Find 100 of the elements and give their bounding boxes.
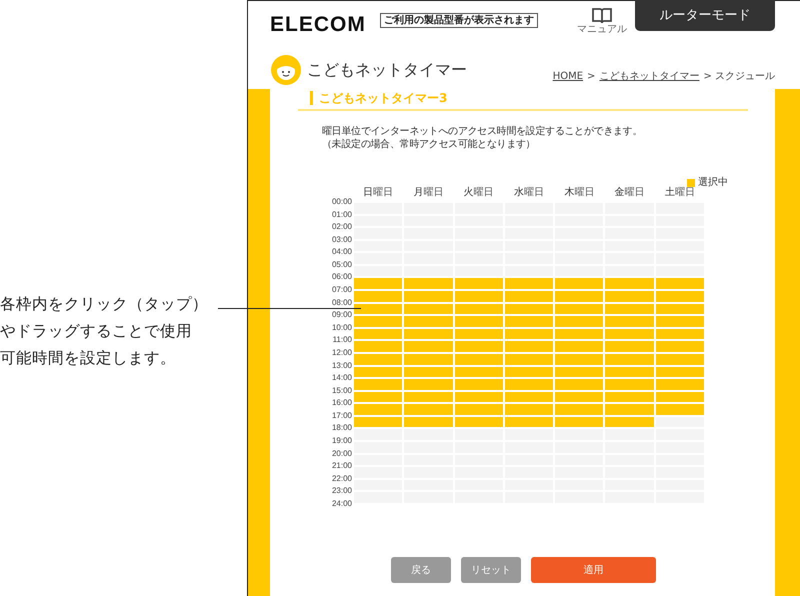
time-slot[interactable]: [454, 266, 503, 276]
time-slot[interactable]: [555, 404, 604, 415]
time-slot[interactable]: [504, 354, 554, 365]
time-slot[interactable]: [504, 379, 554, 390]
time-slot[interactable]: [454, 316, 503, 327]
time-slot[interactable]: [354, 392, 402, 402]
time-slot[interactable]: [656, 304, 704, 314]
time-slot[interactable]: [354, 266, 402, 276]
time-slot[interactable]: [354, 304, 402, 314]
time-slot[interactable]: [504, 316, 554, 327]
time-slot[interactable]: [504, 404, 554, 415]
time-slot[interactable]: [656, 316, 704, 327]
time-slot[interactable]: [605, 291, 654, 302]
time-slot[interactable]: [656, 392, 704, 402]
time-slot[interactable]: [605, 304, 654, 314]
time-slot[interactable]: [504, 416, 554, 428]
time-slot[interactable]: [555, 354, 604, 365]
time-slot[interactable]: [354, 278, 402, 290]
time-slot[interactable]: [656, 266, 704, 276]
time-slot[interactable]: [454, 291, 503, 302]
time-slot[interactable]: [605, 416, 654, 428]
time-slot[interactable]: [656, 291, 704, 302]
time-slot[interactable]: [354, 328, 402, 340]
time-slot[interactable]: [555, 266, 604, 276]
time-slot[interactable]: [404, 392, 453, 402]
time-slot[interactable]: [454, 328, 503, 340]
time-slot[interactable]: [354, 404, 402, 415]
time-slot[interactable]: [354, 291, 402, 302]
time-slot[interactable]: [555, 304, 604, 314]
time-slot[interactable]: [605, 354, 654, 365]
time-slot[interactable]: [454, 278, 503, 290]
time-slot[interactable]: [454, 404, 503, 415]
time-slot[interactable]: [454, 379, 503, 390]
time-slot[interactable]: [354, 354, 402, 365]
time-slot[interactable]: [605, 328, 654, 340]
time-slot[interactable]: [354, 379, 402, 390]
time-slot[interactable]: [354, 366, 402, 378]
time-slot[interactable]: [404, 316, 453, 327]
time-slot[interactable]: [656, 416, 704, 428]
time-slot[interactable]: [354, 341, 402, 352]
day-header: 日曜日: [362, 186, 394, 199]
time-slot[interactable]: [354, 316, 402, 327]
time-slot[interactable]: [404, 366, 453, 378]
time-slot[interactable]: [605, 366, 654, 378]
time-slot[interactable]: [656, 404, 704, 415]
time-slot[interactable]: [404, 354, 453, 365]
time-slot[interactable]: [605, 392, 654, 402]
time-slot[interactable]: [454, 341, 503, 352]
time-slot[interactable]: [555, 328, 604, 340]
time-slot[interactable]: [605, 266, 654, 276]
time-slot[interactable]: [404, 304, 453, 314]
time-slot[interactable]: [605, 341, 654, 352]
time-slot[interactable]: [605, 404, 654, 415]
time-slot[interactable]: [656, 341, 704, 352]
time-slot[interactable]: [454, 354, 503, 365]
time-slot[interactable]: [404, 379, 453, 390]
time-slot[interactable]: [504, 366, 554, 378]
time-slot[interactable]: [555, 392, 604, 402]
time-slot[interactable]: [605, 278, 654, 290]
time-slot[interactable]: [605, 316, 654, 327]
time-slot[interactable]: [404, 291, 453, 302]
time-slot[interactable]: [354, 416, 402, 428]
manual-link[interactable]: マニュアル: [577, 7, 627, 35]
time-slot[interactable]: [605, 379, 654, 390]
annotation-line: やドラッグすることで使用: [0, 321, 192, 342]
time-slot[interactable]: [404, 341, 453, 352]
time-slot[interactable]: [504, 328, 554, 340]
time-slot[interactable]: [555, 291, 604, 302]
day-header: 木曜日: [563, 186, 596, 199]
time-slot[interactable]: [404, 416, 453, 428]
time-slot[interactable]: [555, 278, 604, 290]
time-slot[interactable]: [504, 304, 554, 314]
time-slot[interactable]: [504, 278, 554, 290]
time-slot[interactable]: [555, 341, 604, 352]
apply-button[interactable]: 適用: [531, 557, 656, 584]
breadcrumb-link[interactable]: こどもネットタイマー: [599, 68, 700, 84]
child-face-icon: [271, 55, 301, 85]
breadcrumb-link[interactable]: HOME: [552, 68, 584, 84]
time-slot[interactable]: [454, 392, 503, 402]
time-slot[interactable]: [656, 354, 704, 365]
time-slot[interactable]: [404, 278, 453, 290]
time-slot[interactable]: [656, 366, 704, 378]
time-slot[interactable]: [404, 404, 453, 415]
time-slot[interactable]: [454, 416, 503, 428]
time-slot[interactable]: [504, 392, 554, 402]
time-slot[interactable]: [504, 266, 554, 276]
time-slot[interactable]: [656, 278, 704, 290]
time-slot[interactable]: [404, 266, 453, 276]
time-slot[interactable]: [555, 379, 604, 390]
time-slot[interactable]: [555, 316, 604, 327]
time-slot[interactable]: [555, 416, 604, 428]
time-slot[interactable]: [555, 366, 604, 378]
time-slot[interactable]: [656, 328, 704, 340]
time-slot[interactable]: [504, 341, 554, 352]
time-slot[interactable]: [504, 291, 554, 302]
time-slot[interactable]: [454, 366, 503, 378]
time-slot[interactable]: [454, 304, 503, 314]
router-mode-tab[interactable]: ルーターモード: [635, 0, 775, 31]
time-slot[interactable]: [656, 379, 704, 390]
time-slot[interactable]: [404, 328, 453, 340]
